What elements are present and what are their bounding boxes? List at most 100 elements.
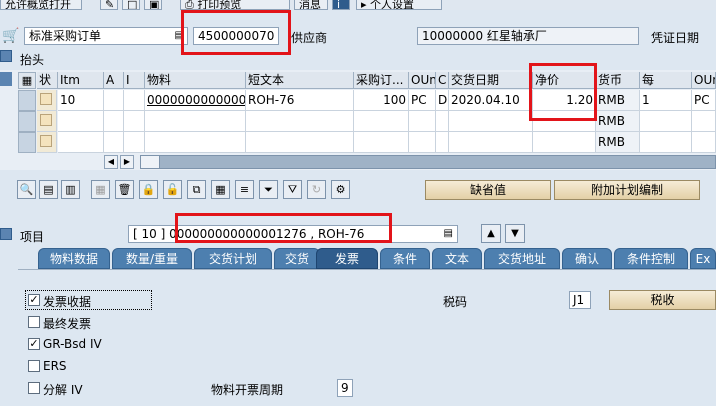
cell-item-category[interactable] [124,111,145,132]
cell-net-price[interactable] [533,111,596,132]
unlock-icon[interactable]: 🔓 [163,180,182,199]
cell-order-price-unit[interactable] [692,132,716,153]
inv-receipt-checkbox[interactable]: ✓ [28,294,40,306]
cell-net-price[interactable] [533,132,596,153]
cell-price-unit[interactable] [640,132,692,153]
copy-row-icon[interactable]: ▦ [91,180,110,199]
messages-button[interactable]: 消息 [294,0,328,10]
new-document-icon[interactable]: □ [122,0,140,10]
cell-account-assignment[interactable] [104,111,124,132]
personal-settings-button[interactable]: ▸ 个人设置 [356,0,442,10]
scroll-left-button[interactable]: ◀ [104,155,118,169]
col-status[interactable]: 状 [37,72,58,89]
billing-period-field[interactable]: 9 [337,379,353,397]
cell-delivery-date[interactable] [449,132,533,153]
tab-quantity-weight[interactable]: 数量/重量 [112,248,192,269]
col-date-category[interactable]: C [436,72,449,89]
cell-material[interactable] [145,132,246,153]
cell-order-unit[interactable] [409,111,436,132]
select-icon[interactable]: ▤ [39,180,58,199]
tab-invoice[interactable]: 发票 [316,248,378,269]
supplier-field[interactable]: 10000000 红星轴承厂 [417,27,639,45]
cell-item[interactable]: 10 [58,90,104,111]
col-net-price[interactable]: 净价 [533,72,596,89]
header-expand-icon[interactable] [0,50,12,62]
cell-currency[interactable]: RMB [596,132,640,153]
cell-short-text[interactable]: ROH-76 [246,90,354,111]
item-overview-icon[interactable] [0,72,12,86]
cell-price-unit[interactable]: 1 [640,90,692,111]
cell-short-text[interactable] [246,111,354,132]
cell-account-assignment[interactable] [104,90,124,111]
final-invoice-checkbox[interactable] [28,316,40,328]
print-preview-button[interactable]: ⎙ 打印预览 [180,0,290,10]
row-selector[interactable] [18,111,36,132]
tab-texts[interactable]: 文本 [432,248,482,269]
col-po-quantity[interactable]: 采购订... [354,72,409,89]
cell-short-text[interactable] [246,132,354,153]
col-price-unit[interactable]: 每 [640,72,692,89]
cell-currency[interactable]: RMB [596,90,640,111]
details-icon[interactable]: 🔍 [17,180,36,199]
ers-checkbox[interactable] [28,360,40,372]
row-status-cell[interactable] [37,111,57,132]
tab-conditions[interactable]: 条件 [380,248,430,269]
row-selector[interactable] [18,90,36,111]
row-status-cell[interactable] [37,90,57,111]
po-number-field[interactable]: 4500000070 [193,27,279,45]
col-account-assignment[interactable]: A [104,72,124,89]
cell-date-category[interactable]: D [436,90,449,111]
overview-toggle-button[interactable]: 允许概览打开 [0,0,82,10]
col-item[interactable]: Itm [58,72,104,89]
tab-delivery[interactable]: 交货 [274,248,320,269]
default-values-button[interactable]: 缺省值 [425,180,551,200]
cell-currency[interactable]: RMB [596,111,640,132]
cell-delivery-date[interactable]: 2020.04.10 [449,90,533,111]
col-order-price-unit[interactable]: OUn [692,72,716,89]
cell-order-price-unit[interactable] [692,111,716,132]
tab-condition-control[interactable]: 条件控制 [614,248,688,269]
cell-order-unit[interactable] [409,132,436,153]
col-delivery-date[interactable]: 交货日期 [449,72,533,89]
cell-po-quantity[interactable] [354,132,409,153]
scrollbar-thumb[interactable] [141,156,160,168]
edit-icon[interactable]: ✎ [100,0,118,10]
tab-more[interactable]: Ex [690,248,716,269]
filter-icon[interactable]: ⛛ [283,180,302,199]
previous-item-button[interactable]: ▲ [481,224,501,243]
additional-planning-button[interactable]: 附加计划编制 [554,180,700,200]
col-currency[interactable]: 货币 [596,72,640,89]
cell-order-unit[interactable]: PC [409,90,436,111]
taxes-button[interactable]: 税收 [609,290,716,310]
cell-item[interactable] [58,132,104,153]
col-short-text[interactable]: 短文本 [246,72,354,89]
duplicate-icon[interactable]: ⧉ [187,180,206,199]
deselect-icon[interactable]: ▥ [61,180,80,199]
cell-date-category[interactable] [436,111,449,132]
tab-confirmations[interactable]: 确认 [562,248,612,269]
cell-material[interactable] [145,111,246,132]
refresh-icon[interactable]: ↻ [307,180,326,199]
cell-price-unit[interactable] [640,111,692,132]
calculator-icon[interactable]: ▦ [211,180,230,199]
split-iv-checkbox[interactable] [28,382,40,394]
tab-material-data[interactable]: 物料数据 [38,248,110,269]
tab-delivery-schedule[interactable]: 交货计划 [194,248,272,269]
cell-date-category[interactable] [436,132,449,153]
col-order-unit[interactable]: OUn [409,72,436,89]
item-selector-dropdown[interactable]: [ 10 ] 000000000000001276 , ROH-76 ▤ [128,225,458,243]
delete-icon[interactable]: 🗑 [115,180,134,199]
col-material[interactable]: 物料 [145,72,246,89]
cell-account-assignment[interactable] [104,132,124,153]
scroll-right-button[interactable]: ▶ [120,155,134,169]
row-status-cell[interactable] [37,132,57,153]
settings-icon[interactable]: ⚙ [331,180,350,199]
lock-icon[interactable]: 🔒 [139,180,158,199]
cell-po-quantity[interactable]: 100 [354,90,409,111]
horizontal-scrollbar[interactable] [140,155,716,169]
cell-net-price[interactable]: 1.20 [533,90,596,111]
copy-icon[interactable]: ▣ [144,0,162,10]
tab-delivery-address[interactable]: 交货地址 [484,248,560,269]
sort-icon[interactable]: ≡ [235,180,254,199]
cell-order-price-unit[interactable]: PC [692,90,716,111]
